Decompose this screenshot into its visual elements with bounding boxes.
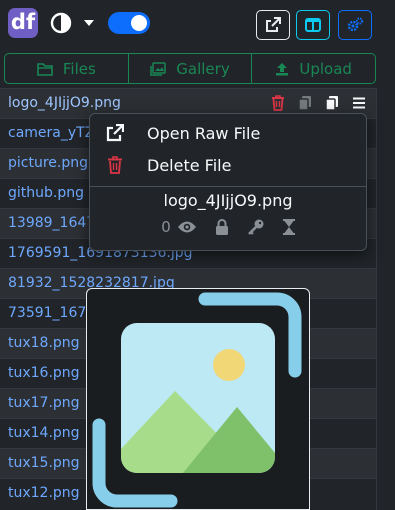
tab-upload-label: Upload	[299, 59, 352, 78]
copy-button[interactable]	[294, 92, 316, 114]
view-count-value: 0	[161, 218, 171, 236]
file-context-menu: Open Raw File Delete File logo_4JIjjO9.p…	[89, 113, 367, 251]
external-link-icon	[106, 124, 124, 142]
view-tabs: Files Gallery Upload	[4, 53, 376, 84]
file-name[interactable]: tux16.png	[8, 365, 80, 381]
file-name[interactable]: camera_yTZ	[8, 125, 94, 141]
external-link-button[interactable]	[256, 10, 290, 40]
columns-icon	[305, 18, 321, 32]
row-tools	[267, 92, 370, 114]
trash-icon	[272, 95, 284, 111]
open-raw-file-label: Open Raw File	[147, 123, 261, 143]
cogs-icon	[347, 17, 364, 32]
file-name[interactable]: 13989_1647	[8, 215, 95, 231]
image-preview[interactable]	[86, 288, 310, 510]
file-stats: 0	[90, 218, 366, 236]
settings-button[interactable]	[338, 10, 372, 40]
upload-icon	[276, 62, 289, 75]
file-name[interactable]: picture.png	[8, 155, 88, 171]
caret-down-icon[interactable]	[84, 20, 94, 26]
columns-button[interactable]	[296, 10, 330, 40]
delete-button[interactable]	[267, 92, 289, 114]
header: df	[0, 0, 395, 48]
hourglass-icon	[282, 219, 295, 235]
tab-files-label: Files	[62, 59, 96, 78]
view-count: 0	[161, 218, 197, 236]
list-divider	[376, 88, 377, 510]
mode-toggle[interactable]	[108, 12, 150, 34]
file-name[interactable]: tux18.png	[8, 335, 80, 351]
menu-divider	[90, 186, 366, 187]
menu-filename: logo_4JIjjO9.png	[163, 191, 293, 210]
file-name[interactable]: tux17.png	[8, 395, 80, 411]
tab-gallery-label: Gallery	[176, 59, 230, 78]
delete-file-label: Delete File	[147, 155, 232, 175]
key-icon	[247, 219, 264, 235]
lock-icon	[215, 219, 228, 235]
external-link-icon	[266, 17, 281, 32]
file-name[interactable]: logo_4JIjjO9.png	[8, 95, 121, 111]
menu-icon	[353, 97, 365, 109]
open-raw-file-item[interactable]: Open Raw File	[90, 118, 366, 148]
tab-files[interactable]: Files	[5, 54, 129, 83]
copy-icon	[325, 96, 338, 111]
toggle-knob	[131, 15, 147, 31]
tab-gallery[interactable]: Gallery	[129, 54, 253, 83]
theme-contrast-icon[interactable]	[50, 12, 72, 34]
trash-icon	[108, 156, 122, 174]
eye-icon	[177, 221, 196, 233]
copy-icon	[298, 96, 311, 111]
file-name[interactable]: tux15.png	[8, 455, 80, 471]
delete-file-item[interactable]: Delete File	[90, 150, 366, 180]
copy-link-button[interactable]	[321, 92, 343, 114]
file-name[interactable]: 73591_167	[8, 305, 86, 321]
folder-icon	[37, 62, 53, 76]
file-name[interactable]: github.png	[8, 185, 84, 201]
file-name[interactable]: tux14.png	[8, 425, 80, 441]
file-name[interactable]: tux12.png	[8, 485, 80, 501]
image-icon	[150, 61, 167, 76]
tab-upload[interactable]: Upload	[252, 54, 375, 83]
image-placeholder-icon	[92, 292, 302, 508]
logo[interactable]: df	[8, 8, 38, 38]
row-menu-button[interactable]	[348, 92, 370, 114]
